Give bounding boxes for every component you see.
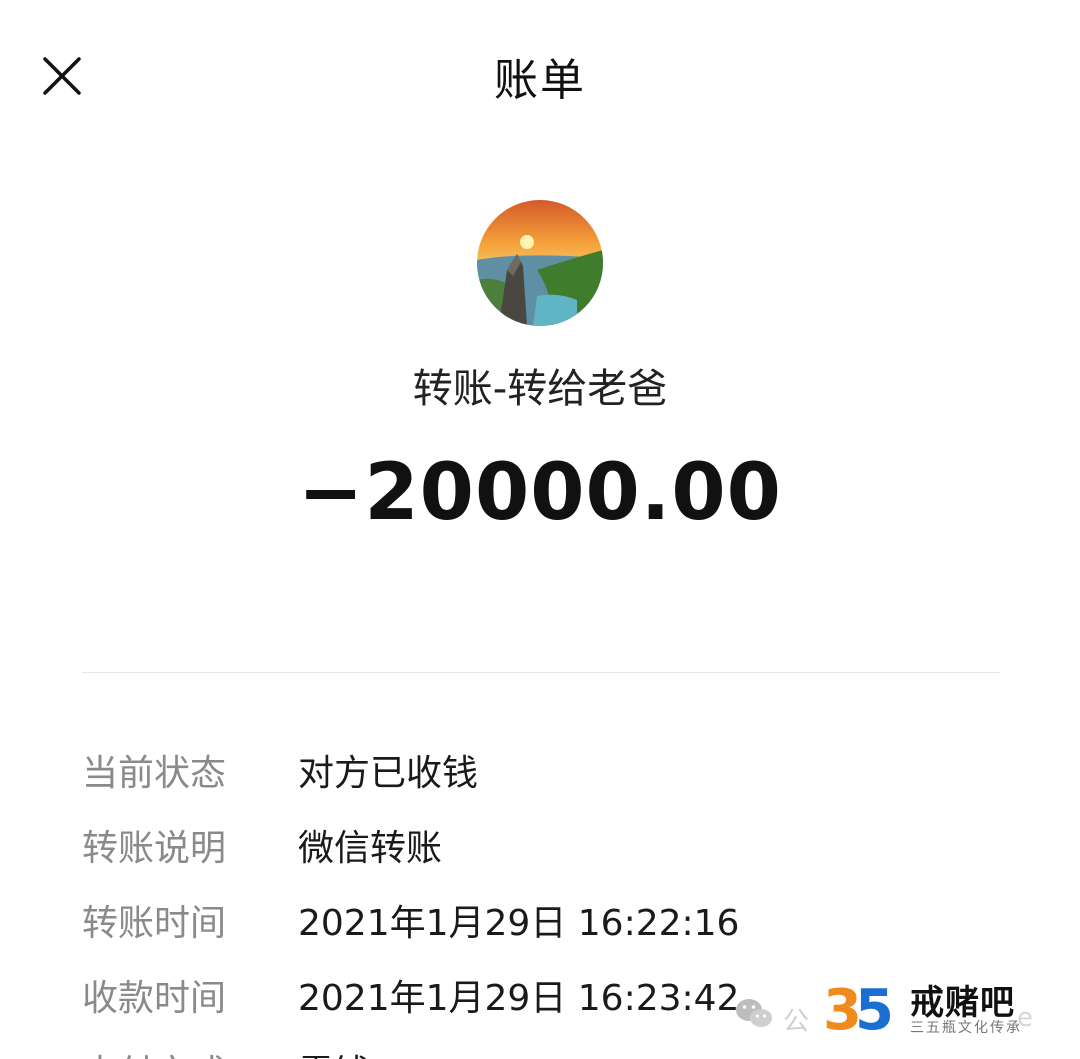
detail-row-status: 当前状态 对方已收钱 <box>0 744 1080 804</box>
brand-logo-35: 3 5 <box>823 978 894 1037</box>
detail-value: 2021年1月29日 16:23:42 <box>298 978 740 1019</box>
detail-value: 微信转账 <box>298 828 443 869</box>
payee-name: 转账-转给老爸 <box>412 366 668 412</box>
detail-label: 当前状态 <box>82 753 227 794</box>
sunset-landscape-avatar <box>477 200 603 326</box>
detail-value: 零钱 <box>298 1044 370 1059</box>
watermark: 公 3 5 戒赌吧 三五瓶文化传承 e <box>735 975 1075 1059</box>
detail-label: 支付方式 <box>82 1044 226 1059</box>
detail-value: 2021年1月29日 16:22:16 <box>298 903 740 944</box>
wechat-icon <box>736 999 772 1027</box>
detail-label: 收款时间 <box>82 978 227 1019</box>
detail-row-transfer-time: 转账时间 2021年1月29日 16:22:16 <box>0 894 1080 954</box>
divider <box>82 672 1000 673</box>
detail-label: 转账说明 <box>82 828 227 869</box>
avatar <box>477 200 603 326</box>
detail-value: 对方已收钱 <box>298 753 479 794</box>
watermark-subtitle: 三五瓶文化传承 <box>910 1020 1022 1036</box>
watermark-ghost-text: 公 <box>783 1007 810 1037</box>
watermark-ghost-text-2: e <box>1017 1003 1033 1033</box>
detail-row-note: 转账说明 微信转账 <box>0 819 1080 879</box>
amount: −20000.00 <box>298 448 782 538</box>
svg-text:5: 5 <box>855 978 894 1037</box>
detail-label: 转账时间 <box>82 903 227 944</box>
page-title: 账单 <box>494 55 586 106</box>
